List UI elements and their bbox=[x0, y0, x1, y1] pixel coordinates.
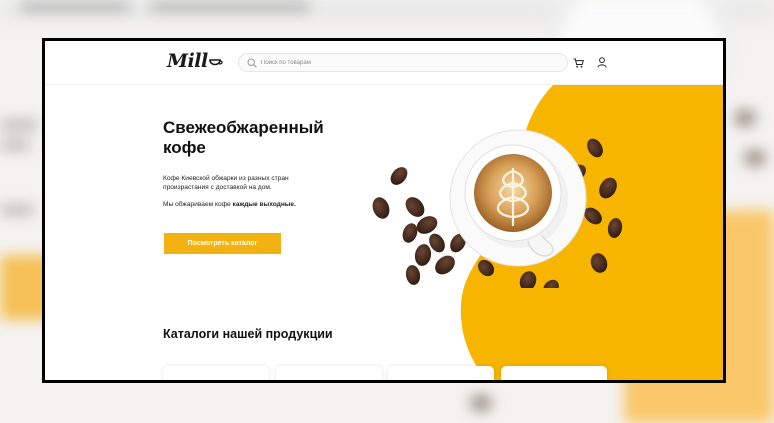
hero-title: Свежеобжаренный кофе bbox=[163, 118, 383, 158]
logo-coffee-icon bbox=[208, 59, 223, 66]
hero-title-line1: Свежеобжаренный bbox=[163, 118, 324, 137]
search-input[interactable] bbox=[261, 56, 551, 70]
hero-note: Мы обжариваем кофе каждые выходные. bbox=[163, 201, 363, 208]
coffee-cup-image bbox=[372, 129, 623, 288]
logo[interactable]: Mill bbox=[167, 50, 223, 72]
logo-text: Mill bbox=[167, 50, 208, 72]
site-header: Mill bbox=[45, 41, 723, 85]
catalog-card[interactable] bbox=[388, 366, 494, 380]
catalog-title: Каталоги нашей продукции bbox=[163, 327, 333, 341]
view-catalog-button[interactable]: Посмотреть каталог bbox=[164, 233, 281, 254]
hero-title-line2: кофе bbox=[163, 138, 206, 157]
catalog-card[interactable] bbox=[276, 366, 382, 380]
cart-icon[interactable] bbox=[573, 58, 584, 68]
catalog-card[interactable] bbox=[163, 366, 269, 380]
search-icon bbox=[247, 58, 257, 68]
hero-note-text: Мы обжариваем кофе bbox=[163, 201, 233, 208]
hero-description: Кофе Киевской обжарки из разных стран пр… bbox=[163, 175, 289, 191]
hero-note-bold: каждые выходные. bbox=[232, 201, 296, 208]
search-bar[interactable] bbox=[238, 53, 568, 72]
catalog-card[interactable] bbox=[501, 366, 607, 380]
user-icon[interactable] bbox=[597, 57, 607, 68]
website-frame: Mill Свежеобжаренный кофе Кофе Киевской … bbox=[42, 38, 726, 383]
